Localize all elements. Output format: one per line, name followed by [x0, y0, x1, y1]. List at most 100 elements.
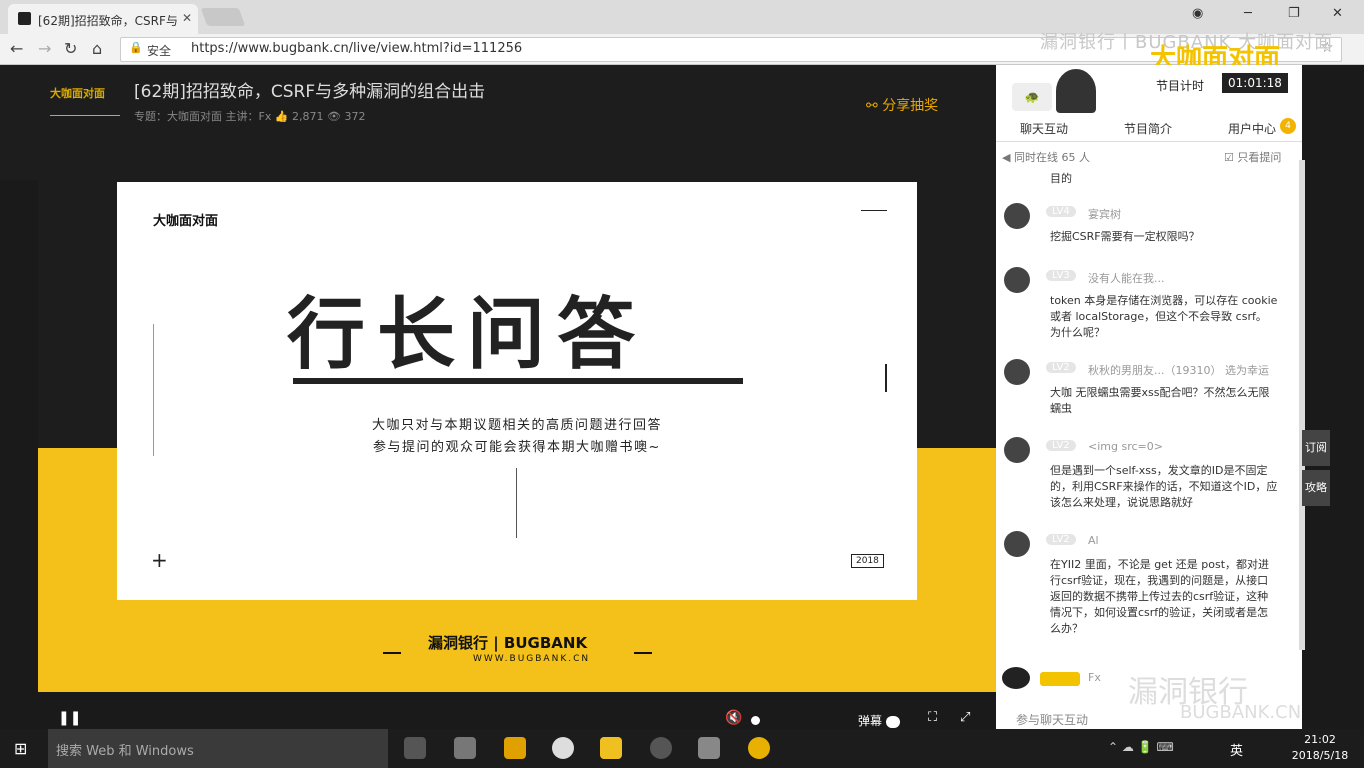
footer-dash [383, 652, 401, 654]
app-icon[interactable] [600, 737, 622, 759]
level-badge: LV3 [1046, 270, 1076, 281]
chat-username[interactable]: 秋秋的男朋友...（19310） 选为幸运 [1088, 362, 1269, 378]
video-player[interactable]: 大咖面对面 行长问答 大咖只对与本期议题相关的高质问题进行回答 参与提问的观众可… [38, 180, 996, 692]
slide-year: 2018 [851, 554, 884, 568]
volume-slider-knob[interactable] [751, 716, 760, 725]
app-icon[interactable] [504, 737, 526, 759]
share-icon: ⚯ [866, 98, 883, 114]
lock-icon: 🔒 [129, 41, 143, 54]
windows-start-icon[interactable]: ⊞ [14, 739, 27, 758]
taskbar-clock[interactable]: 21:02 2018/5/18 [1290, 732, 1350, 764]
chat-username[interactable]: Al [1088, 534, 1099, 547]
slide-card: 大咖面对面 行长问答 大咖只对与本期议题相关的高质问题进行回答 参与提问的观众可… [117, 182, 917, 600]
profile-icon[interactable]: ◉ [1192, 6, 1203, 21]
forward-icon[interactable]: → [38, 39, 51, 58]
minimize-icon[interactable]: ─ [1244, 6, 1252, 21]
live-meta: 专题：大咖面对面 主讲：Fx 👍 2,871 👁 372 [134, 110, 366, 123]
slide-divider [861, 210, 887, 211]
interaction-sidebar: 🐢 节目计时 01:01:18 聊天互动 节目简介 用户中心 4 ◀ 同时在线 … [996, 65, 1302, 736]
level-badge: LV2 [1046, 440, 1076, 451]
back-icon[interactable]: ← [10, 39, 23, 58]
only-questions-checkbox[interactable]: ☑ 只看提问 [1224, 149, 1281, 165]
avatar [1004, 267, 1030, 293]
gift-username: Fx [1088, 671, 1101, 684]
online-count: ◀ 同时在线 65 人 [1002, 151, 1090, 164]
subscribe-button[interactable]: 订阅 [1302, 430, 1330, 466]
task-view-icon[interactable] [404, 737, 426, 759]
avatar [1004, 437, 1030, 463]
footer-url: WWW.BUGBANK.CN [473, 654, 591, 664]
input-language[interactable]: 英 [1230, 740, 1243, 759]
tab-intro[interactable]: 节目简介 [1124, 120, 1172, 137]
window-close-icon[interactable]: ✕ [1332, 6, 1343, 21]
share-label: 分享抽奖 [882, 98, 939, 114]
gift-avatar [1002, 667, 1030, 689]
fullscreen-icon[interactable]: ⤢ [960, 710, 970, 725]
taskbar-search-placeholder: 搜索 Web 和 Windows [56, 744, 194, 759]
url-text[interactable]: https://www.bugbank.cn/live/view.html?id… [191, 41, 522, 56]
maximize-icon[interactable]: ❐ [1288, 6, 1300, 21]
chat-username[interactable]: 没有人能在我... [1088, 270, 1165, 286]
home-icon[interactable]: ⌂ [92, 39, 102, 58]
mute-icon[interactable]: 🔇 [725, 710, 742, 726]
chat-username[interactable]: <img src=0> [1088, 440, 1163, 453]
chat-message-text: 在YII2 里面，不论是 get 还是 post，都对进行csrf验证，现在，我… [1050, 558, 1270, 635]
clock-date: 2018/5/18 [1291, 749, 1349, 762]
watermark-side-url: BUGBANK.CN [1180, 702, 1302, 723]
slide-underline [293, 378, 743, 384]
chrome-icon[interactable] [748, 737, 770, 759]
toggle-icon [885, 715, 900, 728]
avatar [1004, 531, 1030, 557]
app-icon[interactable] [698, 737, 720, 759]
browser-tab[interactable]: [62期]招招致命，CSRF与 ✕ [8, 4, 198, 34]
danmu-toggle[interactable]: 弹幕 [858, 712, 900, 729]
level-badge: LV2 [1046, 362, 1076, 373]
avatar [1004, 359, 1030, 385]
close-tab-icon[interactable]: ✕ [182, 11, 192, 25]
slide-brand: 大咖面对面 [153, 214, 219, 229]
chat-username[interactable]: 宴宾树 [1088, 206, 1121, 222]
taskbar-search[interactable]: 搜索 Web 和 Windows [48, 729, 388, 768]
guide-button[interactable]: 攻略 [1302, 470, 1330, 506]
app-icon[interactable] [650, 737, 672, 759]
slide-heading: 行长问答 [287, 289, 648, 380]
chat-message-text: 但是遇到一个self-xss，发文章的ID是不固定的，利用CSRF来操作的话，不… [1050, 464, 1278, 509]
slide-divider [516, 468, 517, 538]
live-title: [62期]招招致命，CSRF与多种漏洞的组合出击 [134, 82, 486, 102]
host-avatar [1056, 69, 1096, 113]
level-badge: LV4 [1046, 206, 1076, 217]
windows-taskbar: ⊞ 搜索 Web 和 Windows ⌃ ☁ 🔋 ⌨ 英 21:02 2018/… [0, 729, 1364, 768]
tab-user-center[interactable]: 用户中心 [1228, 120, 1276, 137]
gift-tag [1040, 672, 1080, 686]
app-icon[interactable] [552, 737, 574, 759]
slide-divider [885, 364, 887, 392]
slide-text-line-1: 大咖只对与本期议题相关的高质问题进行回答 [371, 418, 662, 433]
footer-brand: 漏洞银行 | BUGBANK [428, 634, 588, 652]
host-badge-icon: 🐢 [1012, 83, 1052, 111]
live-header: 大咖面对面 [62期]招招致命，CSRF与多种漏洞的组合出击 专题：大咖面对面 … [0, 65, 996, 180]
chat-message-text: 挖掘CSRF需要有一定权限吗？ [1050, 230, 1200, 243]
danmu-label: 弹幕 [858, 714, 883, 728]
theater-mode-icon[interactable]: ⛶ [928, 710, 937, 725]
footer-dash [634, 652, 652, 654]
slide-text-line-2: 参与提问的观众可能会获得本期大咖赠书噢~ [373, 440, 661, 455]
avatar [1004, 203, 1030, 229]
app-icon[interactable] [454, 737, 476, 759]
chat-message-text: 目的 [1050, 172, 1072, 185]
favicon-icon [18, 12, 31, 25]
tab-title: [62期]招招致命，CSRF与 [38, 14, 178, 28]
show-logo: 大咖面对面 [50, 85, 120, 116]
reload-icon[interactable]: ↻ [64, 39, 77, 58]
pause-icon[interactable]: ❚❚ [58, 710, 81, 726]
timer-label: 节目计时 [1156, 79, 1205, 93]
chat-scrollbar[interactable] [1299, 160, 1305, 650]
new-tab-button[interactable] [200, 8, 246, 26]
tabs-divider [996, 141, 1302, 142]
chat-message-text: 大咖 无限蠕虫需要xss配合吧？不然怎么无限蠕虫 [1050, 386, 1270, 415]
chat-message-text: token 本身是存储在浏览器，可以存在 cookie 或者 localStor… [1050, 294, 1278, 339]
tray-icons[interactable]: ⌃ ☁ 🔋 ⌨ [1108, 740, 1174, 754]
timer: 01:01:18 [1222, 73, 1288, 93]
tab-chat[interactable]: 聊天互动 [1020, 120, 1068, 137]
chat-input[interactable]: 参与聊天互动 [1016, 711, 1088, 728]
share-button[interactable]: ⚯ 分享抽奖 [866, 95, 938, 115]
